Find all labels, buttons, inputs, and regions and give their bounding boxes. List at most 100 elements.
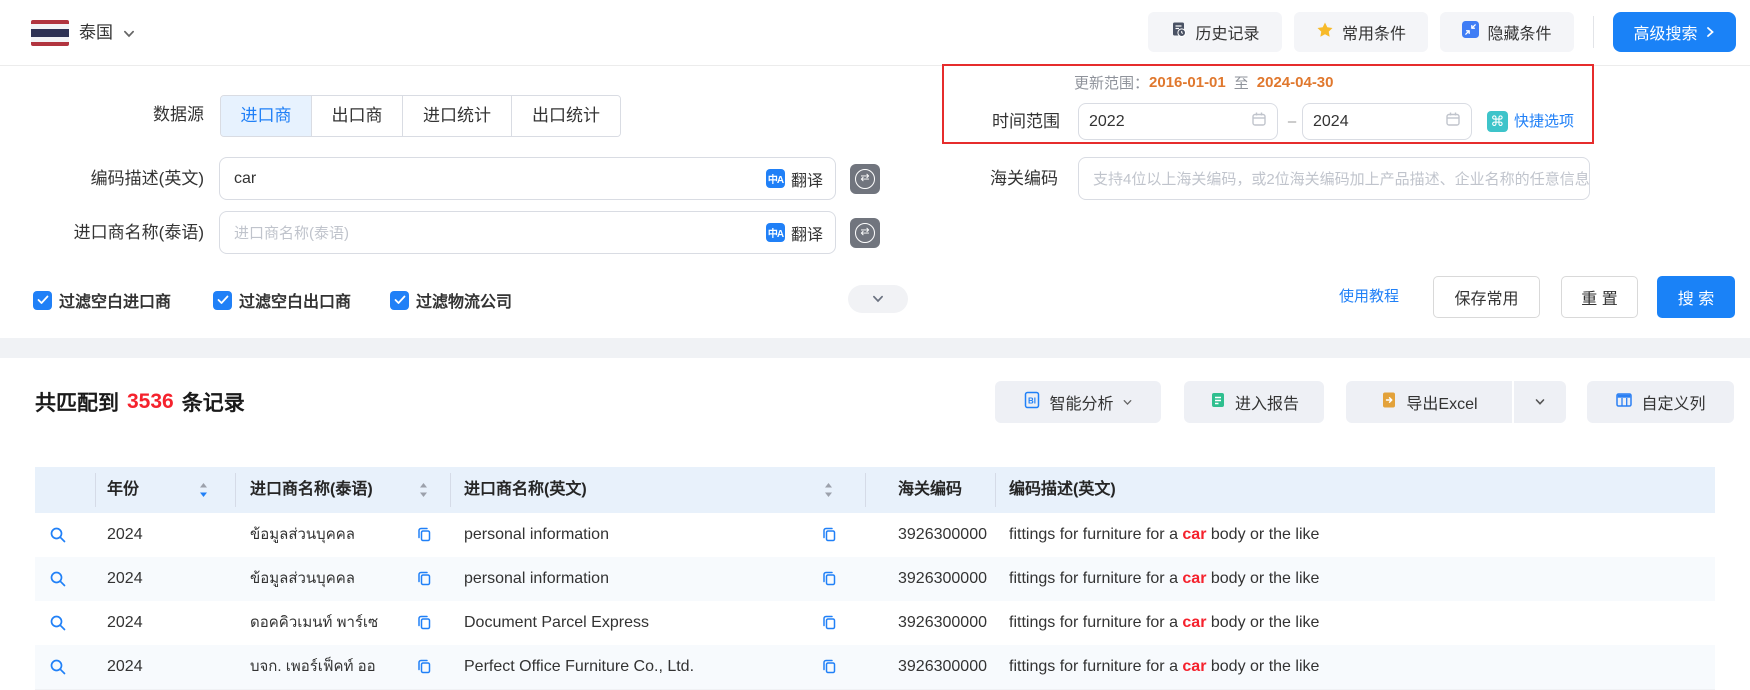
tab-import-stats[interactable]: 进口统计: [402, 96, 511, 136]
cell-thai-name: ข้อมูลส่วนบุคคล: [250, 557, 410, 601]
favorites-button[interactable]: 常用条件: [1294, 12, 1428, 52]
copy-icon[interactable]: [821, 658, 838, 680]
hs-code-input[interactable]: 支持4位以上海关编码，或2位海关编码加上产品描述、企业名称的任意信息: [1078, 157, 1590, 200]
star-icon: [1316, 21, 1334, 44]
calendar-icon: [1445, 111, 1461, 132]
code-desc-input[interactable]: car 中A 翻译: [219, 157, 836, 200]
smart-analysis-button[interactable]: BI 智能分析: [995, 381, 1161, 423]
code-desc-label: 编码描述(英文): [31, 157, 204, 200]
translate-icon: 中A: [766, 223, 785, 242]
highlighted-keyword: car: [1182, 526, 1206, 543]
translate-icon: 中A: [766, 169, 785, 188]
topbar-divider: [1593, 16, 1594, 48]
table-row: 2024 ข้อมูลส่วนบุคคล personal informatio…: [35, 557, 1715, 602]
save-favorite-button[interactable]: 保存常用: [1433, 276, 1540, 318]
tab-exporters[interactable]: 出口商: [311, 96, 402, 136]
history-button[interactable]: 历史记录: [1148, 12, 1282, 52]
swap-search-icon[interactable]: ⇄: [850, 218, 880, 248]
importer-name-input[interactable]: 进口商名称(泰语) 中A 翻译: [219, 211, 836, 254]
cell-thai-name: ดอคคิวเมนท์ พาร์เซ: [250, 601, 410, 645]
reset-button[interactable]: 重 置: [1561, 276, 1638, 318]
cell-code-desc: fittings for furniture for a car body or…: [1009, 557, 1729, 601]
chevron-down-icon: [871, 292, 885, 306]
cell-year: 2024: [107, 513, 143, 557]
tab-export-stats[interactable]: 出口统计: [511, 96, 620, 136]
table-row: 2024 ดอคคิวเมนท์ พาร์เซ Document Parcel …: [35, 601, 1715, 646]
bi-analysis-icon: BI: [1023, 391, 1041, 414]
export-dropdown-button[interactable]: [1513, 381, 1566, 423]
filter-blank-exporter-checkbox[interactable]: 过滤空白出口商: [213, 288, 351, 312]
swap-search-icon[interactable]: ⇄: [850, 164, 880, 194]
command-icon[interactable]: ⌘: [1487, 111, 1508, 132]
cell-year: 2024: [107, 601, 143, 645]
filter-logistics-checkbox[interactable]: 过滤物流公司: [390, 288, 512, 312]
chevron-down-icon: [1122, 397, 1133, 408]
filter-blank-importer-checkbox[interactable]: 过滤空白进口商: [33, 288, 171, 312]
cell-code-desc: fittings for furniture for a car body or…: [1009, 513, 1729, 557]
column-header-hs-code: 海关编码: [898, 467, 962, 513]
cell-hs-code: 3926300000: [898, 557, 987, 601]
search-button[interactable]: 搜 索: [1657, 276, 1735, 318]
update-range-to: 2024-04-30: [1257, 74, 1334, 91]
datasource-tabs: 进口商 出口商 进口统计 出口统计: [220, 95, 621, 137]
column-header-eng-name[interactable]: 进口商名称(英文): [464, 467, 587, 513]
cell-year: 2024: [107, 645, 143, 689]
update-range-from: 2016-01-01: [1149, 74, 1226, 91]
results-summary: 共匹配到 3536 条记录: [35, 385, 245, 419]
time-from-input[interactable]: 2022: [1078, 103, 1278, 140]
cell-eng-name: personal information: [464, 557, 814, 601]
cell-thai-name: บจก. เพอร์เฟ็คท์ ออ: [250, 645, 410, 689]
chevron-right-icon: [1704, 26, 1716, 38]
svg-text:BI: BI: [1028, 396, 1036, 405]
column-header-thai-name[interactable]: 进口商名称(泰语): [250, 467, 373, 513]
translate-button[interactable]: 中A 翻译: [766, 221, 835, 245]
checkbox-checked-icon: [33, 291, 52, 310]
enter-report-button[interactable]: 进入报告: [1184, 381, 1324, 423]
row-search-icon[interactable]: [49, 526, 67, 549]
export-excel-button[interactable]: 导出Excel: [1346, 381, 1512, 423]
cell-eng-name: Perfect Office Furniture Co., Ltd.: [464, 645, 814, 689]
customize-columns-button[interactable]: 自定义列: [1587, 381, 1734, 423]
copy-icon[interactable]: [416, 526, 433, 548]
row-search-icon[interactable]: [49, 614, 67, 637]
copy-icon[interactable]: [821, 570, 838, 592]
country-selector[interactable]: 泰国: [79, 0, 113, 65]
copy-icon[interactable]: [821, 526, 838, 548]
advanced-search-button[interactable]: 高级搜索: [1613, 12, 1736, 52]
hide-conditions-button[interactable]: 隐藏条件: [1440, 12, 1574, 52]
report-icon: [1209, 391, 1227, 414]
cell-hs-code: 3926300000: [898, 645, 987, 689]
copy-icon[interactable]: [416, 658, 433, 680]
checkbox-checked-icon: [213, 291, 232, 310]
quick-options-link[interactable]: 快捷选项: [1514, 103, 1574, 140]
time-range-label: 时间范围: [942, 103, 1060, 140]
cell-hs-code: 3926300000: [898, 513, 987, 557]
tutorial-link[interactable]: 使用教程: [1339, 276, 1399, 318]
row-search-icon[interactable]: [49, 570, 67, 593]
cell-year: 2024: [107, 557, 143, 601]
highlighted-keyword: car: [1182, 614, 1206, 631]
section-divider: [0, 338, 1750, 358]
tab-importers[interactable]: 进口商: [221, 96, 311, 136]
columns-icon: [1615, 391, 1633, 414]
translate-button[interactable]: 中A 翻译: [766, 167, 835, 191]
expand-more-button[interactable]: [848, 285, 908, 313]
column-header-code-desc: 编码描述(英文): [1009, 467, 1116, 513]
copy-icon[interactable]: [821, 614, 838, 636]
table-row: 2024 ข้อมูลส่วนบุคคล personal informatio…: [35, 513, 1715, 558]
sort-icon-thai-name[interactable]: [418, 480, 429, 505]
sort-icon-eng-name[interactable]: [823, 480, 834, 505]
update-range-label: 更新范围：: [1074, 72, 1149, 93]
cell-code-desc: fittings for furniture for a car body or…: [1009, 601, 1729, 645]
cell-hs-code: 3926300000: [898, 601, 987, 645]
collapse-icon: [1462, 21, 1479, 43]
highlighted-keyword: car: [1182, 570, 1206, 587]
copy-icon[interactable]: [416, 570, 433, 592]
column-header-year[interactable]: 年份: [107, 467, 139, 513]
sort-icon-year[interactable]: [198, 480, 209, 505]
time-to-input[interactable]: 2024: [1302, 103, 1472, 140]
row-search-icon[interactable]: [49, 658, 67, 681]
export-icon: [1380, 391, 1398, 414]
copy-icon[interactable]: [416, 614, 433, 636]
chevron-down-icon[interactable]: [122, 27, 136, 46]
